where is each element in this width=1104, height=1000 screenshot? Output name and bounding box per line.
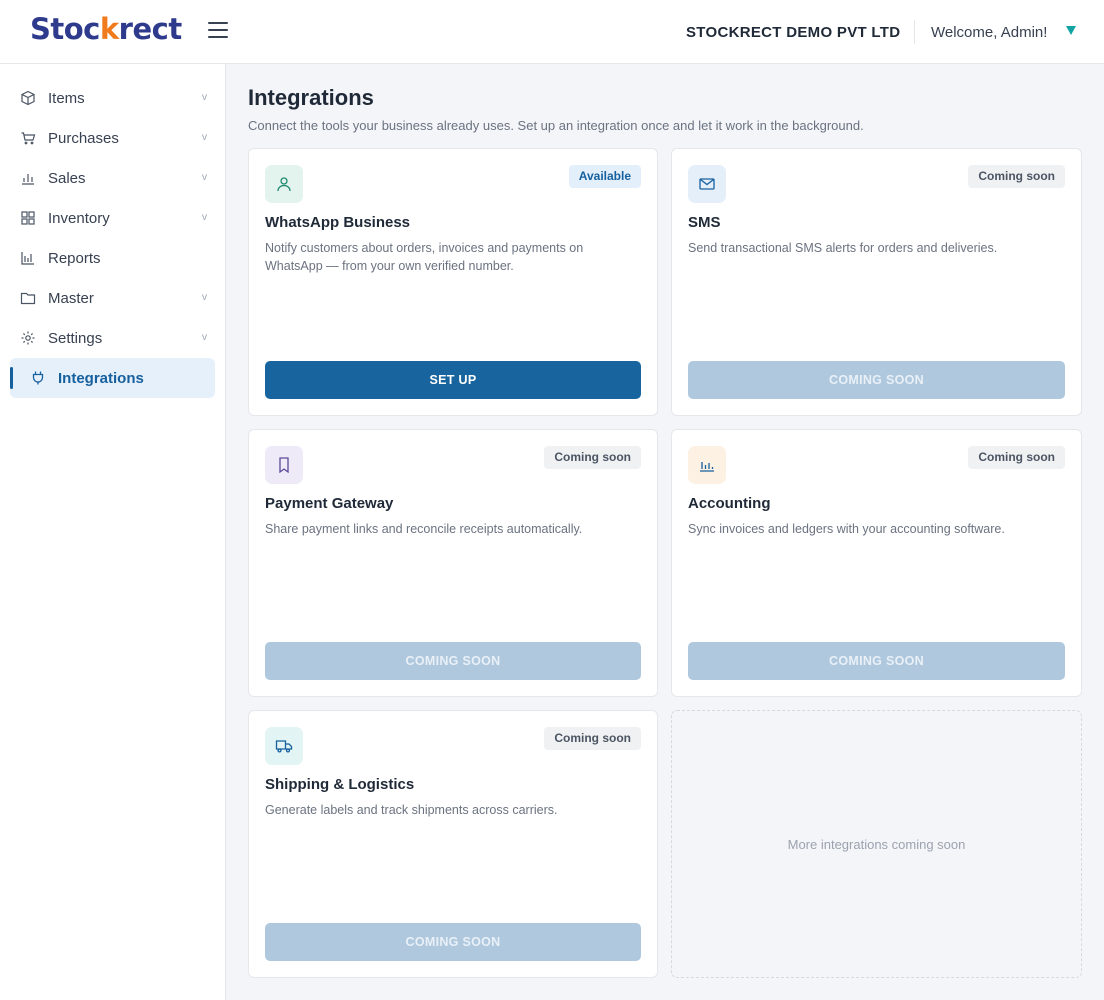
- placeholder-text: More integrations coming soon: [787, 837, 966, 852]
- coming-soon-button: COMING SOON: [265, 642, 641, 680]
- stockrect-logo[interactable]: Stockrect: [30, 12, 182, 46]
- box-icon: [21, 90, 35, 106]
- sidebar-item-integrations[interactable]: Integrations: [10, 358, 215, 398]
- chevron-down-icon: v: [202, 292, 207, 303]
- sidebar-item-purchases[interactable]: Purchases v: [10, 118, 215, 158]
- sidebar-item-label: Inventory: [48, 210, 110, 227]
- logo-text-start: Stoc: [30, 12, 100, 46]
- sidebar: Items v Purchases v Sales v Inventory v …: [0, 64, 226, 1000]
- card-description: Send transactional SMS alerts for orders…: [688, 241, 998, 255]
- logo-text-end: rect: [118, 12, 183, 46]
- sidebar-item-label: Items: [48, 90, 85, 107]
- active-indicator: [10, 367, 13, 389]
- sidebar-item-reports[interactable]: Reports: [10, 238, 215, 278]
- bookmark-icon: [279, 457, 289, 474]
- chevron-down-icon: v: [202, 92, 207, 103]
- sidebar-item-items[interactable]: Items v: [10, 78, 215, 118]
- page-subtitle: Connect the tools your business already …: [248, 118, 864, 133]
- cart-icon: [21, 132, 36, 145]
- company-name: STOCKRECT DEMO PVT LTD: [686, 24, 901, 41]
- coming-soon-button: COMING SOON: [688, 361, 1065, 399]
- sidebar-item-label: Purchases: [48, 130, 119, 147]
- integration-card-accounting: Coming soon Accounting Sync invoices and…: [671, 429, 1082, 697]
- card-description: Share payment links and reconcile receip…: [265, 522, 583, 536]
- integration-card-sms: Coming soon SMS Send transactional SMS a…: [671, 148, 1082, 416]
- chevron-down-icon: v: [202, 132, 207, 143]
- status-badge: Coming soon: [968, 165, 1065, 188]
- sidebar-item-label: Integrations: [58, 370, 144, 387]
- status-badge: Available: [568, 165, 641, 188]
- sidebar-item-master[interactable]: Master v: [10, 278, 215, 318]
- plug-icon: [32, 371, 44, 385]
- card-icon-box: [688, 446, 726, 484]
- card-icon-box: [265, 446, 303, 484]
- status-badge: Coming soon: [544, 727, 641, 750]
- sidebar-item-label: Master: [48, 290, 94, 307]
- mail-icon: [699, 178, 715, 190]
- card-title: WhatsApp Business: [265, 214, 411, 231]
- card-title: Accounting: [688, 495, 771, 512]
- status-badge: Coming soon: [544, 446, 641, 469]
- menu-toggle-icon[interactable]: [208, 22, 228, 40]
- card-title: Shipping & Logistics: [265, 776, 415, 793]
- sidebar-item-settings[interactable]: Settings v: [10, 318, 215, 358]
- status-badge: Coming soon: [968, 446, 1065, 469]
- card-title: SMS: [688, 214, 721, 231]
- page-title: Integrations: [248, 85, 374, 110]
- header-divider: [914, 20, 915, 44]
- integration-card-shipping: Coming soon Shipping & Logistics Generat…: [248, 710, 658, 978]
- coming-soon-button: COMING SOON: [688, 642, 1065, 680]
- chevron-down-icon: v: [202, 212, 207, 223]
- folder-icon: [20, 292, 36, 305]
- card-description: Notify customers about orders, invoices …: [265, 241, 584, 273]
- sidebar-item-sales[interactable]: Sales v: [10, 158, 215, 198]
- card-icon-box: [265, 727, 303, 765]
- card-title: Payment Gateway: [265, 495, 394, 512]
- sidebar-item-inventory[interactable]: Inventory v: [10, 198, 215, 238]
- user-menu-caret-icon[interactable]: [1066, 26, 1076, 35]
- setup-button[interactable]: SET UP: [265, 361, 641, 399]
- sidebar-item-label: Settings: [48, 330, 103, 347]
- card-icon-box: [265, 165, 303, 203]
- coming-soon-button: COMING SOON: [265, 923, 641, 961]
- chevron-down-icon: v: [202, 172, 207, 183]
- top-header: Stockrect STOCKRECT DEMO PVT LTD Welcome…: [0, 0, 1104, 64]
- card-description: Generate labels and track shipments acro…: [265, 803, 558, 817]
- chevron-down-icon: v: [202, 332, 207, 343]
- welcome-text[interactable]: Welcome, Admin!: [931, 24, 1047, 41]
- integration-card-payment-gateway: Coming soon Payment Gateway Share paymen…: [248, 429, 658, 697]
- logo-check-letter: k: [99, 12, 119, 46]
- more-integrations-placeholder: More integrations coming soon: [671, 710, 1082, 978]
- card-icon-box: [688, 165, 726, 203]
- bar-chart-icon: [22, 174, 34, 185]
- integration-card-whatsapp: Available WhatsApp Business Notify custo…: [248, 148, 658, 416]
- gear-icon: [21, 331, 35, 345]
- truck-icon: [275, 740, 293, 753]
- card-description: Sync invoices and ledgers with your acco…: [688, 522, 1005, 536]
- sidebar-item-label: Reports: [48, 250, 101, 267]
- sidebar-item-label: Sales: [48, 170, 86, 187]
- grid-icon: [21, 211, 35, 225]
- chart-icon: [700, 462, 714, 472]
- user-icon: [277, 177, 291, 192]
- reports-icon: [21, 252, 34, 265]
